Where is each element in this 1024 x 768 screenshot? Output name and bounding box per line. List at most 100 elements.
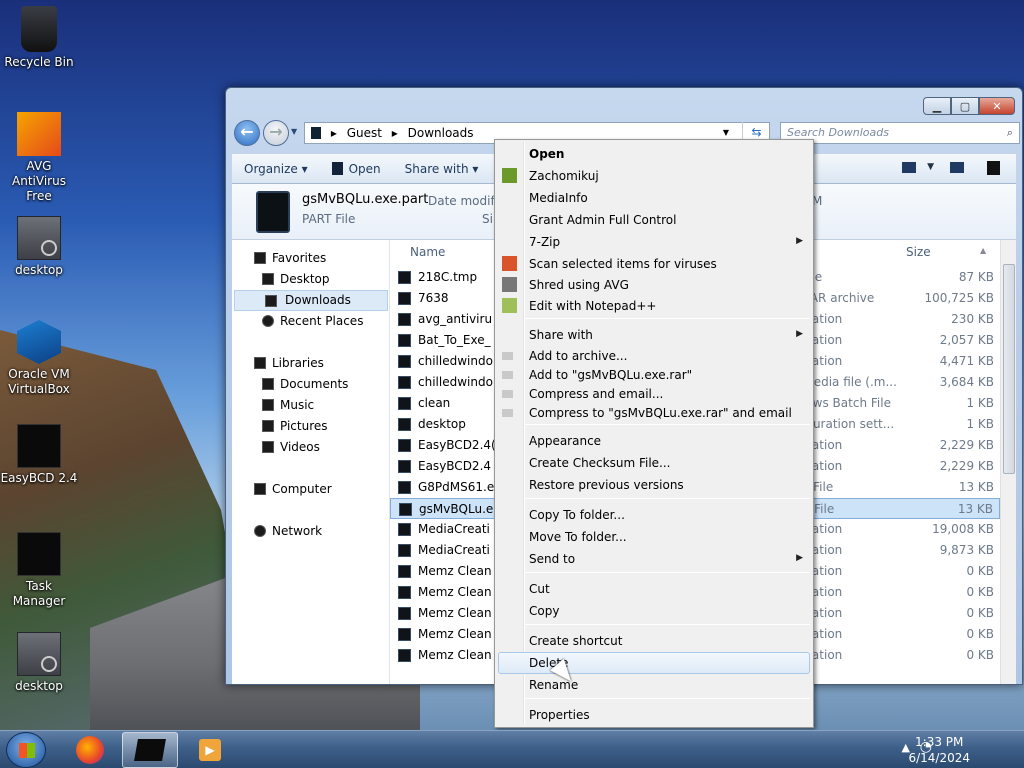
- change-view-icon[interactable]: [902, 162, 916, 173]
- column-header-name[interactable]: Name: [410, 240, 445, 264]
- taskbar-media-player[interactable]: ▶: [182, 732, 238, 768]
- file-icon: [398, 460, 411, 473]
- file-icon: [398, 292, 411, 305]
- nav-desktop[interactable]: Desktop: [262, 272, 330, 286]
- desktop-icon-label: EasyBCD 2.4: [0, 471, 78, 485]
- taskbar-explorer[interactable]: [122, 732, 178, 768]
- nav-recent-places[interactable]: Recent Places: [262, 314, 363, 328]
- view-options-icon[interactable]: ▼: [927, 162, 934, 172]
- column-header-size[interactable]: Size: [906, 240, 931, 264]
- submenu-arrow-icon: ▶: [796, 329, 803, 339]
- file-name: Memz Clean: [418, 585, 492, 599]
- desktop-icon-easybcd[interactable]: EasyBCD 2.4: [0, 424, 78, 486]
- context-menu: Open Zachomikuj MediaInfo Grant Admin Full …: [494, 139, 814, 728]
- nav-favorites[interactable]: Favorites: [254, 251, 326, 265]
- scrollbar-thumb[interactable]: [1003, 264, 1015, 474]
- menu-item-compress-and-email[interactable]: Compress and email...: [529, 384, 663, 404]
- clock-date: 6/14/2024: [908, 751, 970, 765]
- window-controls: ▁ ▢ ✕: [923, 97, 1015, 115]
- preview-pane-icon[interactable]: [950, 162, 964, 173]
- menu-item-copy-to-folder[interactable]: Copy To folder...: [529, 505, 625, 525]
- desktop-icon-avg[interactable]: AVG AntiVirus Free: [0, 112, 78, 204]
- menu-item-shred-using-avg[interactable]: Shred using AVG: [529, 275, 629, 295]
- submenu-arrow-icon: ▶: [796, 553, 803, 563]
- file-size: 1 KB: [966, 417, 994, 431]
- menu-item-cut[interactable]: Cut: [529, 579, 550, 599]
- menu-item-grant-admin-full-control[interactable]: Grant Admin Full Control: [529, 210, 676, 230]
- start-button[interactable]: [6, 732, 46, 768]
- file-icon: [398, 649, 411, 662]
- file-size: 4,471 KB: [939, 354, 994, 368]
- menu-item-add-to-gsmvbqlu-exe-rar[interactable]: Add to "gsMvBQLu.exe.rar": [529, 365, 692, 385]
- menu-item-add-to-archive[interactable]: Add to archive...: [529, 346, 627, 366]
- vertical-scrollbar[interactable]: [1000, 240, 1016, 684]
- menu-item-zachomikuj[interactable]: Zachomikuj: [529, 166, 599, 186]
- nav-pictures[interactable]: Pictures: [262, 419, 328, 433]
- search-input[interactable]: Search Downloads ⌕: [780, 122, 1020, 144]
- breadcrumb-downloads[interactable]: Downloads: [408, 126, 474, 140]
- nav-label: Music: [280, 398, 315, 412]
- desktop-icon-desktop-file[interactable]: desktop: [0, 216, 78, 278]
- menu-item-open[interactable]: Open: [529, 144, 564, 164]
- help-icon[interactable]: [987, 161, 1000, 175]
- file-icon: [398, 397, 411, 410]
- desktop-icon-recycle-bin[interactable]: Recycle Bin: [0, 6, 78, 70]
- desktop-icon-desktop-file-2[interactable]: desktop: [0, 632, 78, 694]
- menu-item-edit-with-notepad[interactable]: Edit with Notepad++: [529, 296, 656, 316]
- file-name: Memz Clean: [418, 648, 492, 662]
- organize-menu[interactable]: Organize ▾: [232, 162, 320, 176]
- menu-separator: [525, 624, 810, 625]
- menu-item-share-with[interactable]: Share with: [529, 325, 593, 345]
- nav-network[interactable]: Network: [254, 524, 322, 538]
- nav-downloads[interactable]: Downloads: [234, 290, 388, 311]
- details-type: PART File: [302, 212, 356, 226]
- nav-music[interactable]: Music: [262, 398, 314, 412]
- file-name: EasyBCD2.4: [418, 459, 492, 473]
- menu-item-create-shortcut[interactable]: Create shortcut: [529, 631, 622, 651]
- file-size: 0 KB: [966, 585, 994, 599]
- menu-item-copy[interactable]: Copy: [529, 601, 559, 621]
- menu-item-7-zip[interactable]: 7-Zip: [529, 232, 560, 252]
- network-icon: [254, 525, 266, 537]
- menu-item-properties[interactable]: Properties: [529, 705, 590, 725]
- minimize-button[interactable]: ▁: [923, 97, 951, 115]
- menu-separator: [525, 572, 810, 573]
- menu-item-appearance[interactable]: Appearance: [529, 431, 601, 451]
- menu-separator: [525, 318, 810, 319]
- close-button[interactable]: ✕: [979, 97, 1015, 115]
- maximize-button[interactable]: ▢: [951, 97, 979, 115]
- menu-item-move-to-folder[interactable]: Move To folder...: [529, 527, 627, 547]
- back-button[interactable]: ←: [234, 120, 260, 146]
- desktop-icon-task-manager[interactable]: Task Manager: [0, 532, 78, 609]
- file-name: 7638: [418, 291, 449, 305]
- archive-icon: [502, 371, 513, 379]
- nav-computer[interactable]: Computer: [254, 482, 332, 496]
- menu-item-mediainfo[interactable]: MediaInfo: [529, 188, 588, 208]
- zachomikuj-icon: [502, 168, 517, 183]
- desktop-icon-label: desktop: [15, 263, 63, 277]
- share-with-menu[interactable]: Share with ▾: [393, 162, 491, 176]
- nav-documents[interactable]: Documents: [262, 377, 348, 391]
- taskbar-firefox[interactable]: [62, 732, 118, 768]
- breadcrumb-guest[interactable]: Guest: [347, 126, 382, 140]
- nav-libraries[interactable]: Libraries: [254, 356, 324, 370]
- nav-videos[interactable]: Videos: [262, 440, 320, 454]
- menu-item-create-checksum-file[interactable]: Create Checksum File...: [529, 453, 671, 473]
- menu-item-scan-selected-items-for-viruses[interactable]: Scan selected items for viruses: [529, 254, 717, 274]
- file-size: 13 KB: [958, 480, 994, 494]
- menu-item-compress-to-gsmvbqlu-exe-rar-and-email[interactable]: Compress to "gsMvBQLu.exe.rar" and email: [529, 403, 792, 423]
- desktop-icon-virtualbox[interactable]: Oracle VM VirtualBox: [0, 320, 78, 397]
- avg-scan-icon: [502, 256, 517, 271]
- recent-pages-dropdown-icon[interactable]: ▼: [291, 127, 297, 136]
- open-button[interactable]: Open: [320, 161, 393, 176]
- taskbar-clock[interactable]: 1:33 PM 6/14/2024: [908, 734, 970, 766]
- forward-button[interactable]: →: [263, 120, 289, 146]
- column-header-more-icon[interactable]: ▲: [980, 246, 986, 255]
- navigation-pane: Favorites Desktop Downloads Recent Place…: [232, 240, 390, 684]
- file-icon: [398, 481, 411, 494]
- file-icon: [17, 632, 61, 676]
- nav-label: Videos: [280, 440, 320, 454]
- menu-item-restore-previous-versions[interactable]: Restore previous versions: [529, 475, 684, 495]
- menu-item-send-to[interactable]: Send to: [529, 549, 575, 569]
- file-name: Memz Clean: [418, 564, 492, 578]
